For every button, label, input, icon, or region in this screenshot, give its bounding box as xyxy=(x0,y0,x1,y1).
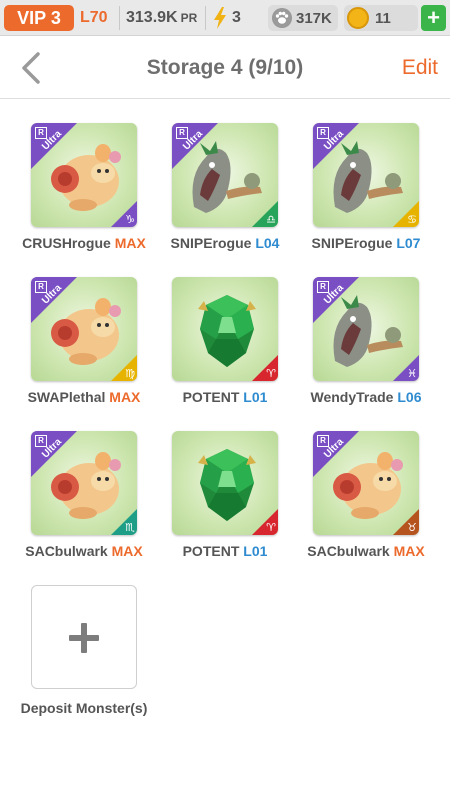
monster-card[interactable]: Ultra R ♓ xyxy=(313,277,419,381)
monster-name: WendyTrade xyxy=(310,389,394,405)
monster-card[interactable]: ♈ xyxy=(172,277,278,381)
monster-name-label: SNIPErogue L04 xyxy=(150,235,300,251)
monster-portrait xyxy=(192,141,262,213)
monster-level: L04 xyxy=(255,235,280,251)
monster-name: SACbulwark xyxy=(25,543,108,559)
monster-level: MAX xyxy=(393,543,425,559)
rank-badge: R xyxy=(35,127,47,139)
monster-portrait xyxy=(333,452,403,519)
rank-badge: R xyxy=(317,281,329,293)
player-level: L70 xyxy=(80,9,108,26)
coin-currency[interactable]: 11 xyxy=(344,5,418,31)
lightning-bolt-icon xyxy=(214,7,226,29)
power-value: 313.9K xyxy=(126,9,178,26)
energy-value: 3 xyxy=(232,9,241,26)
monster-name-label: SACbulwark MAX xyxy=(9,543,159,559)
zodiac-symbol: ♈ xyxy=(266,522,276,534)
monster-name-label: SWAPlethal MAX xyxy=(9,389,159,405)
add-currency-button[interactable]: + xyxy=(421,5,446,31)
monster-card[interactable]: ♈ xyxy=(172,431,278,535)
zodiac-symbol: ♎ xyxy=(266,214,276,226)
monster-name-label: WendyTrade L06 xyxy=(291,389,441,405)
monster-portrait xyxy=(333,141,403,213)
monster-card[interactable]: Ultra R ♎ xyxy=(172,123,278,227)
navigation-bar: Storage 4 (9/10) Edit xyxy=(0,37,450,99)
energy-counter: 3 xyxy=(212,0,241,36)
paw-count: 317K xyxy=(296,9,332,27)
zodiac-symbol: ♏ xyxy=(125,522,135,534)
monster-name-label: POTENT L01 xyxy=(150,389,300,405)
monster-portrait xyxy=(51,298,121,365)
monster-name: SACbulwark xyxy=(307,543,390,559)
rank-badge: R xyxy=(35,281,47,293)
monster-portrait xyxy=(198,295,256,367)
plus-icon xyxy=(69,623,99,653)
monster-level: L06 xyxy=(397,389,422,405)
power-rating: 313.9K PR xyxy=(126,0,197,36)
zodiac-symbol: ♈ xyxy=(266,368,276,380)
monster-card[interactable]: Ultra R ♉ xyxy=(313,431,419,535)
monster-portrait xyxy=(51,144,121,211)
power-unit: PR xyxy=(180,11,198,25)
zodiac-symbol: ♋ xyxy=(407,214,417,226)
zodiac-symbol: ♉ xyxy=(407,522,417,534)
monster-card[interactable]: Ultra R ♑ xyxy=(31,123,137,227)
zodiac-symbol: ♍ xyxy=(125,368,135,380)
monster-level: L01 xyxy=(243,543,268,559)
monster-card[interactable]: Ultra R ♋ xyxy=(313,123,419,227)
monster-name-label: SNIPErogue L07 xyxy=(291,235,441,251)
paw-icon xyxy=(272,8,292,28)
monster-level: L01 xyxy=(243,389,268,405)
zodiac-symbol: ♑ xyxy=(125,214,135,226)
monster-name: POTENT xyxy=(182,389,240,405)
divider xyxy=(205,6,206,30)
monster-level: MAX xyxy=(114,235,146,251)
deposit-label: Deposit Monster(s) xyxy=(20,700,148,716)
coin-icon xyxy=(347,7,369,29)
divider xyxy=(119,6,120,30)
monster-level: MAX xyxy=(109,389,141,405)
monster-portrait xyxy=(333,295,403,367)
deposit-monster-button[interactable] xyxy=(31,585,137,689)
edit-button[interactable]: Edit xyxy=(402,37,438,99)
monster-level: MAX xyxy=(111,543,143,559)
monster-name: SNIPErogue xyxy=(311,235,393,251)
monster-name-label: SACbulwark MAX xyxy=(291,543,441,559)
monster-level: L07 xyxy=(396,235,421,251)
rank-badge: R xyxy=(176,127,188,139)
monster-portrait xyxy=(51,452,121,519)
rank-badge: R xyxy=(35,435,47,447)
monster-name: POTENT xyxy=(182,543,240,559)
vip-badge[interactable]: VIP 3 xyxy=(4,5,74,31)
monster-card[interactable]: Ultra R ♏ xyxy=(31,431,137,535)
rank-badge: R xyxy=(317,435,329,447)
page-title: Storage 4 (9/10) xyxy=(146,56,304,79)
rank-badge: R xyxy=(317,127,329,139)
monster-portrait xyxy=(198,449,256,521)
paw-currency[interactable]: 317K xyxy=(268,5,338,31)
monster-card[interactable]: Ultra R ♍ xyxy=(31,277,137,381)
coin-count: 11 xyxy=(375,9,391,27)
monster-name: CRUSHrogue xyxy=(22,235,111,251)
monster-name: SWAPlethal xyxy=(27,389,106,405)
monster-name-label: CRUSHrogue MAX xyxy=(9,235,159,251)
monster-name: SNIPErogue xyxy=(170,235,252,251)
zodiac-symbol: ♓ xyxy=(407,368,417,380)
status-bar: VIP 3 L70 313.9K PR 3 317K 11 + xyxy=(0,0,450,36)
monster-name-label: POTENT L01 xyxy=(150,543,300,559)
